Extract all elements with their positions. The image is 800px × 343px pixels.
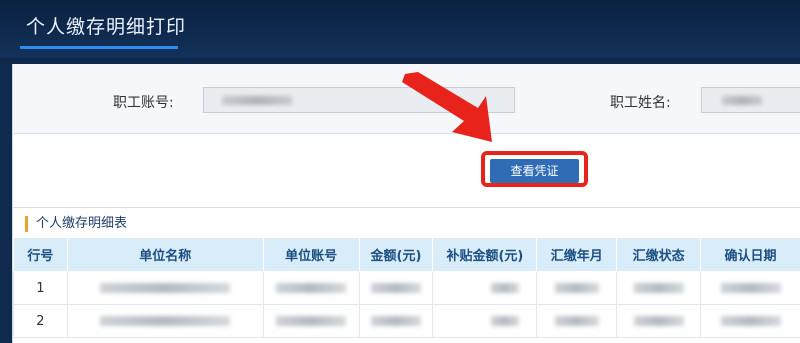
col-header-unit-account: 单位账号 (262, 237, 360, 272)
confirm-date-cell (700, 304, 800, 338)
col-header-amount: 金额(元) (358, 237, 434, 272)
masked-account-value (222, 96, 292, 105)
pay-status-cell (616, 304, 702, 338)
view-voucher-highlight: 查看凭证 (481, 151, 588, 187)
table-header-row: 行号 单位名称 单位账号 金额(元) 补贴金额(元) 汇缴年月 汇缴状态 确认日… (13, 237, 800, 272)
col-header-unit-name: 单位名称 (66, 237, 264, 272)
table-row[interactable]: 2 (13, 304, 800, 338)
account-label: 职工账号: (113, 95, 174, 111)
unit-account-cell (262, 304, 360, 338)
subsidy-cell (432, 304, 538, 338)
search-form: 职工账号: 职工姓名: (13, 64, 800, 134)
account-field[interactable] (203, 87, 515, 113)
detail-table: 行号 单位名称 单位账号 金额(元) 补贴金额(元) 汇缴年月 汇缴状态 确认日… (13, 237, 800, 338)
col-header-subsidy: 补贴金额(元) (432, 237, 538, 272)
action-bar: 查看凭证 (13, 136, 800, 208)
view-voucher-button[interactable]: 查看凭证 (490, 159, 579, 183)
pay-status-cell (616, 271, 702, 305)
row-no-cell: 2 (13, 304, 68, 338)
unit-name-cell (66, 304, 264, 338)
amount-cell (358, 271, 434, 305)
col-header-pay-month: 汇缴年月 (536, 237, 618, 272)
masked-name-value (722, 96, 762, 105)
col-header-confirm-date: 确认日期 (700, 237, 800, 272)
name-label: 职工姓名: (610, 95, 671, 111)
unit-account-cell (262, 271, 360, 305)
detail-table-section: 个人缴存明细表 行号 单位名称 单位账号 金额(元) 补贴金额(元) 汇缴年月 … (13, 210, 800, 343)
page-header: 个人缴存明细打印 (0, 0, 800, 58)
table-row[interactable]: 1 (13, 271, 800, 305)
confirm-date-cell (700, 271, 800, 305)
row-no-cell: 1 (13, 271, 68, 305)
amount-cell (358, 304, 434, 338)
page-title: 个人缴存明细打印 (26, 16, 187, 38)
active-tab-indicator (20, 46, 178, 49)
col-header-row-no: 行号 (13, 237, 68, 272)
col-header-pay-status: 汇缴状态 (616, 237, 702, 272)
unit-name-cell (66, 271, 264, 305)
section-title: 个人缴存明细表 (25, 216, 127, 232)
pay-month-cell (536, 271, 618, 305)
pay-month-cell (536, 304, 618, 338)
subsidy-cell (432, 271, 538, 305)
name-field[interactable] (701, 87, 800, 113)
content-panel: 职工账号: 职工姓名: 查看凭证 个人缴存明细表 行号 单位名称 单位账号 金额… (12, 64, 800, 343)
